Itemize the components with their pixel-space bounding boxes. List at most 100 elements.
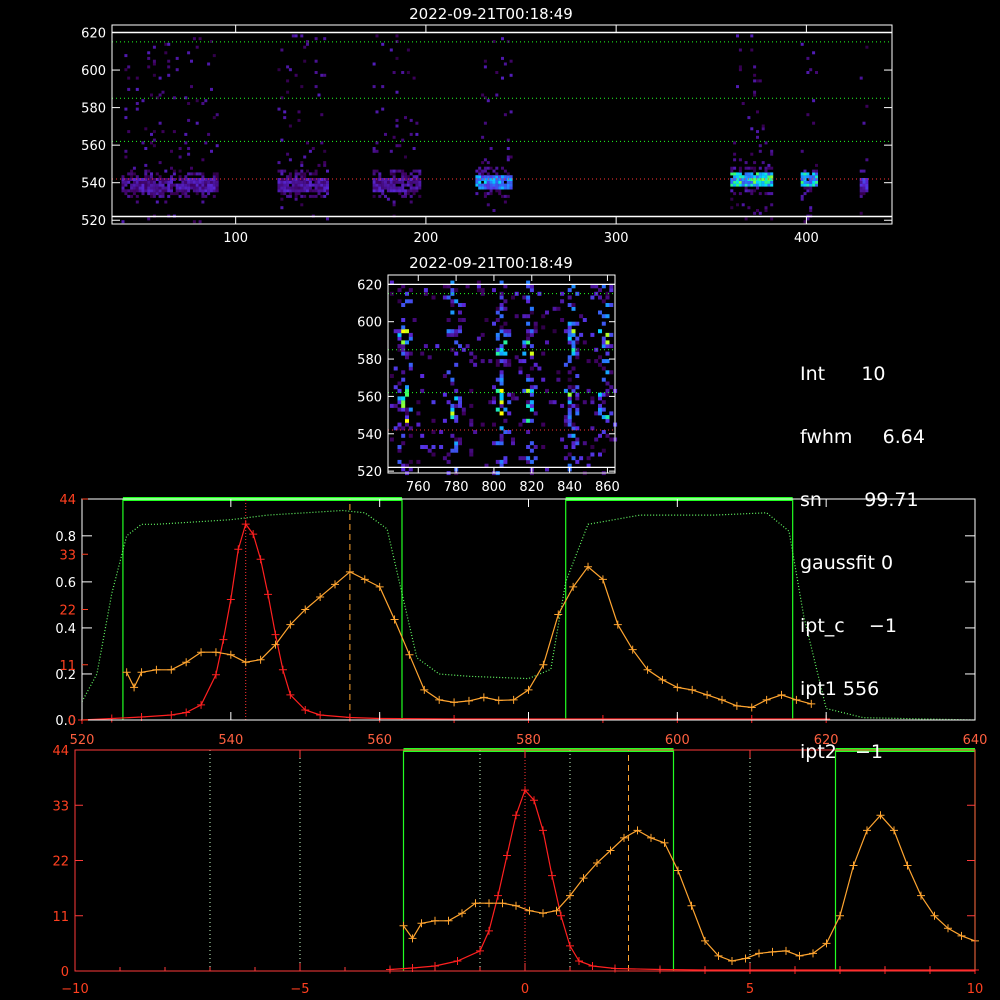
x-tick-label: 580 [516,733,541,748]
heatmap-pixel [859,186,863,190]
heatmap-pixel [450,415,455,420]
heatmap-pixel [124,189,128,193]
heatmap-pixel [454,437,459,442]
heatmap-pixel [865,158,869,162]
heatmap-pixel [288,189,292,193]
heatmap-pixel [124,116,128,120]
heatmap-pixel [750,180,754,184]
heatmap-pixel [401,186,405,190]
heatmap-pixel [409,183,413,187]
y-tick-label: 600 [81,64,106,79]
heatmap-pixel [395,180,399,184]
heatmap-pixel [506,180,510,184]
heatmap-pixel [207,62,211,66]
heatmap-pixel [506,147,510,150]
heatmap-pixel [389,183,393,187]
x-tick-label: −10 [61,982,88,997]
heatmap-pixel [392,200,396,204]
heatmap-pixel [800,172,804,176]
heatmap-pixel [210,87,213,91]
heatmap-pixel [454,362,459,367]
heatmap-pixel [601,430,606,434]
heatmap-pixel [144,169,148,173]
heatmap-pixel [465,344,470,349]
heatmap-pixel [192,220,196,224]
heatmap-pixel [567,336,572,341]
x-tick-label: 400 [794,231,819,246]
heatmap-pixel [147,175,151,179]
heatmap-pixel [454,340,459,345]
heatmap-pixel [201,178,205,181]
heatmap-pixel [733,166,737,170]
heatmap-pixel [127,180,131,184]
heatmap-pixel [418,194,422,198]
heatmap-pixel [753,65,757,69]
y-tick-label: 540 [357,428,382,443]
heatmap-pixel [571,385,576,390]
heatmap-pixel [311,147,315,150]
heatmap-pixel [212,175,216,179]
heatmap-pixel [501,56,504,60]
heatmap-pixel [401,433,406,438]
heatmap-pixel [503,329,508,334]
heatmap-pixel [506,158,510,162]
heatmap-pixel [803,175,807,179]
heatmap-pixel [483,194,487,198]
heatmap-pixel [733,141,737,145]
heatmap-pixel [135,194,139,198]
heatmap-pixel [809,186,813,190]
heatmap-pixel [865,45,869,49]
heatmap-pixel [770,172,774,176]
heatmap-pixel [427,448,432,453]
heatmap-pixel [314,189,318,193]
heatmap-pixel [201,158,205,162]
heatmap-pixel [395,124,399,128]
heatmap-pixel [605,332,610,337]
heatmap-pixel [393,366,398,371]
heatmap-pixel [461,347,466,352]
heatmap-pixel [507,329,512,334]
y-tick-label: 540 [81,177,106,192]
heatmap-pixel [458,325,462,330]
heatmap-pixel [420,374,425,378]
heatmap-pixel [526,430,531,434]
heatmap-pixel [144,180,148,184]
heatmap-pixel [489,186,493,190]
heatmap-pixel [736,175,739,179]
heatmap-pixel [127,65,131,69]
heatmap-pixel [404,194,407,198]
heatmap-pixel [172,96,176,100]
heatmap-pixel [152,144,156,148]
heatmap-pixel [378,194,382,198]
heatmap-pixel [563,418,568,423]
heatmap-pixel [800,42,804,46]
heatmap-pixel [571,445,576,449]
param-gaussfit-value: 0 [881,552,894,574]
heatmap-pixel [541,422,546,427]
heatmap-pixel [314,183,318,187]
heatmap-pixel [286,90,290,94]
heatmap-pixel [501,178,504,181]
heatmap-pixel [492,186,496,190]
heatmap-pixel [601,392,606,397]
heatmap-pixel [509,73,513,77]
heatmap-pixel [215,172,219,176]
heatmap-pixel [398,144,402,148]
heatmap-pixel [533,329,538,334]
heatmap-pixel [130,186,134,190]
y-tick-label: 0.8 [55,530,76,545]
x-tick-label: 10 [967,982,984,997]
heatmap-pixel [135,87,139,91]
heatmap-pixel [198,172,202,176]
heatmap-pixel [395,34,399,38]
heatmap-pixel [300,186,304,190]
heatmap-pixel [590,452,595,457]
heatmap-pixel [398,186,402,190]
heatmap-pixel [401,172,405,176]
heatmap-pixel [529,448,534,453]
heatmap-pixel [190,180,193,184]
heatmap-pixel [548,400,553,405]
heatmap-pixel [533,362,538,367]
heatmap-pixel [280,172,284,176]
heatmap-pixel [605,418,610,423]
